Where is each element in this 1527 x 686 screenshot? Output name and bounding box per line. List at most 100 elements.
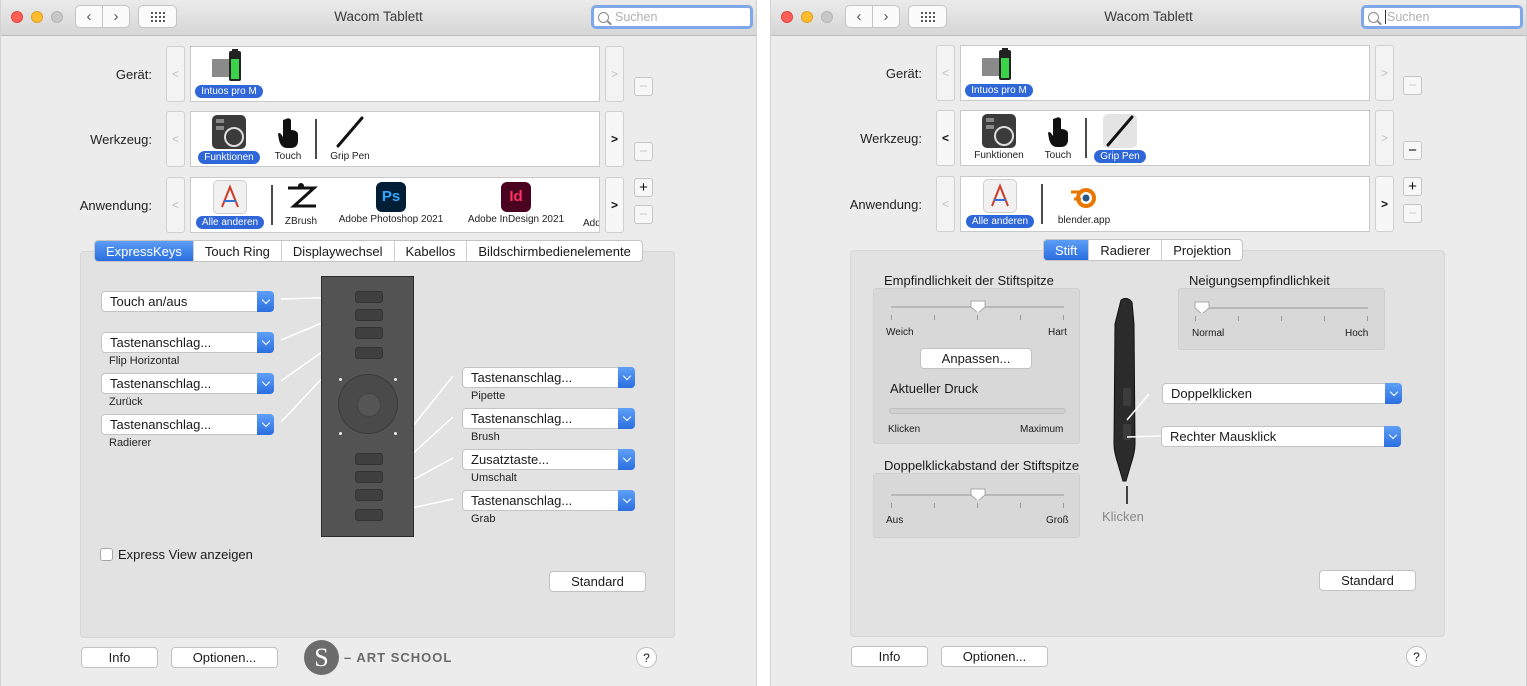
tab-pen[interactable]: Stift bbox=[1044, 240, 1090, 260]
large-label: Groß bbox=[1046, 515, 1069, 526]
options-button[interactable]: Optionen... bbox=[941, 646, 1048, 667]
expresskey-5-dropdown[interactable]: Tastenanschlag... bbox=[462, 367, 635, 388]
add-app-button[interactable]: + bbox=[1403, 177, 1422, 196]
app-scroll-left[interactable]: < bbox=[936, 176, 955, 232]
device-name: Intuos pro M bbox=[965, 84, 1033, 97]
tilt-sensitivity-label: Neigungsempfindlichkeit bbox=[1189, 273, 1330, 288]
standard-button[interactable]: Standard bbox=[549, 571, 646, 592]
search-placeholder: Suchen bbox=[1387, 10, 1430, 24]
tool-item-functions[interactable]: Funktionen bbox=[964, 114, 1034, 161]
chevron-down-icon bbox=[618, 449, 635, 470]
search-field[interactable]: Suchen bbox=[1361, 5, 1523, 29]
expresskey-3-dropdown[interactable]: Tastenanschlag... bbox=[101, 373, 274, 394]
device-scroll-left[interactable]: < bbox=[936, 45, 955, 101]
dropdown-value: Doppelklicken bbox=[1171, 386, 1252, 401]
tab-onscreen-controls[interactable]: Bildschirmbedienelemente bbox=[467, 241, 641, 261]
tab-mapping[interactable]: Projektion bbox=[1162, 240, 1242, 260]
settings-tabs: Stift Radierer Projektion bbox=[1043, 239, 1244, 261]
customize-button[interactable]: Anpassen... bbox=[920, 348, 1032, 369]
tool-item-grip-pen[interactable]: Grip Pen bbox=[1091, 114, 1149, 163]
slider-tick bbox=[1195, 316, 1196, 321]
app-all-others-label: Alle anderen bbox=[965, 215, 1035, 228]
slider-tick bbox=[934, 315, 935, 320]
tab-display-toggle[interactable]: Displaywechsel bbox=[282, 241, 395, 261]
art-school-watermark: – ART SCHOOL bbox=[344, 650, 453, 665]
tab-eraser[interactable]: Radierer bbox=[1089, 240, 1163, 260]
express-view-checkbox[interactable] bbox=[100, 548, 113, 561]
expresskey-4-action: Radierer bbox=[109, 437, 152, 449]
tilt-sensitivity-slider[interactable] bbox=[1194, 301, 1210, 313]
device-strip: Intuos pro M bbox=[960, 45, 1370, 101]
text-caret bbox=[1385, 10, 1386, 24]
expresskey-1-dropdown[interactable]: Touch an/aus bbox=[101, 291, 274, 312]
standard-button[interactable]: Standard bbox=[1319, 570, 1416, 591]
help-button[interactable]: ? bbox=[1406, 646, 1427, 667]
device-scroll-right[interactable]: > bbox=[1375, 45, 1394, 101]
remove-device-button[interactable]: − bbox=[1403, 76, 1422, 95]
expresskeys-tablet-illustration bbox=[321, 276, 414, 537]
art-school-logo: S bbox=[304, 640, 339, 675]
upper-button-dropdown[interactable]: Doppelklicken bbox=[1162, 383, 1402, 404]
dropdown-value: Touch an/aus bbox=[110, 294, 188, 309]
expresskey-5 bbox=[355, 453, 383, 465]
firm-label: Hart bbox=[1048, 327, 1067, 338]
expresskey-6-action: Brush bbox=[471, 431, 500, 443]
chevron-down-icon bbox=[257, 373, 274, 394]
chevron-down-icon bbox=[1384, 426, 1401, 447]
touch-ring-center bbox=[357, 393, 381, 417]
tip-sensitivity-slider[interactable] bbox=[970, 300, 986, 312]
slider-tick bbox=[1367, 316, 1368, 321]
device-item-intuos[interactable]: Intuos pro M bbox=[964, 48, 1034, 97]
ring-indicator-dot bbox=[339, 432, 342, 435]
remove-tool-button[interactable]: − bbox=[1403, 141, 1422, 160]
tool-functions-label: Funktionen bbox=[974, 150, 1024, 161]
high-label: Hoch bbox=[1345, 328, 1369, 339]
app-scroll-right[interactable]: > bbox=[1375, 176, 1394, 232]
expresskey-8-dropdown[interactable]: Tastenanschlag... bbox=[462, 490, 635, 511]
options-button[interactable]: Optionen... bbox=[171, 647, 278, 668]
lower-button-dropdown[interactable]: Rechter Mausklick bbox=[1161, 426, 1401, 447]
info-button[interactable]: Info bbox=[81, 647, 158, 668]
chevron-down-icon bbox=[257, 332, 274, 353]
slider-tick bbox=[934, 503, 935, 508]
app-item-all-others[interactable]: Alle anderen bbox=[964, 179, 1036, 228]
double-click-distance-label: Doppelklickabstand der Stiftspitze bbox=[884, 458, 1080, 473]
search-icon bbox=[1368, 11, 1379, 23]
tool-item-touch[interactable]: Touch bbox=[1038, 114, 1078, 161]
expresskey-6 bbox=[355, 471, 383, 483]
remove-app-button[interactable]: − bbox=[1403, 204, 1422, 223]
info-button[interactable]: Info bbox=[851, 646, 928, 667]
double-click-distance-slider[interactable] bbox=[970, 488, 986, 500]
tool-scroll-right[interactable]: > bbox=[1375, 110, 1394, 166]
art-school-logo-letter: S bbox=[314, 642, 329, 672]
chevron-down-icon bbox=[618, 367, 635, 388]
ring-indicator-dot bbox=[394, 378, 397, 381]
tool-scroll-left[interactable]: < bbox=[936, 110, 955, 166]
tablet-battery-icon bbox=[979, 48, 1016, 82]
tab-wireless[interactable]: Kabellos bbox=[395, 241, 468, 261]
normal-label: Normal bbox=[1192, 328, 1225, 339]
expresskey-6-dropdown[interactable]: Tastenanschlag... bbox=[462, 408, 635, 429]
app-label: Anwendung: bbox=[849, 197, 922, 212]
help-button[interactable]: ? bbox=[636, 647, 657, 668]
dropdown-value: Tastenanschlag... bbox=[110, 417, 212, 432]
dropdown-value: Tastenanschlag... bbox=[471, 493, 573, 508]
pen-button-connectors bbox=[1126, 393, 1161, 438]
all-apps-icon bbox=[983, 179, 1017, 213]
dropdown-value: Zusatztaste... bbox=[471, 452, 550, 467]
off-label: Aus bbox=[886, 515, 904, 526]
expresskey-7-dropdown[interactable]: Zusatztaste... bbox=[462, 449, 635, 470]
expresskey-2-dropdown[interactable]: Tastenanschlag... bbox=[101, 332, 274, 353]
app-item-blender[interactable]: blender.app bbox=[1051, 179, 1117, 226]
pressure-max-label: Maximum bbox=[1020, 424, 1064, 435]
dropdown-value: Rechter Mausklick bbox=[1170, 429, 1277, 444]
slider-tick bbox=[977, 315, 978, 320]
tab-expresskeys[interactable]: ExpressKeys bbox=[95, 241, 194, 261]
slider-tick bbox=[1281, 316, 1282, 321]
dropdown-value: Tastenanschlag... bbox=[471, 411, 573, 426]
slider-tick bbox=[891, 315, 892, 320]
tab-touch-ring[interactable]: Touch Ring bbox=[194, 241, 282, 261]
expresskey-4-dropdown[interactable]: Tastenanschlag... bbox=[101, 414, 274, 435]
tool-separator bbox=[1085, 118, 1087, 158]
settings-tabs: ExpressKeys Touch Ring Displaywechsel Ka… bbox=[94, 240, 643, 262]
